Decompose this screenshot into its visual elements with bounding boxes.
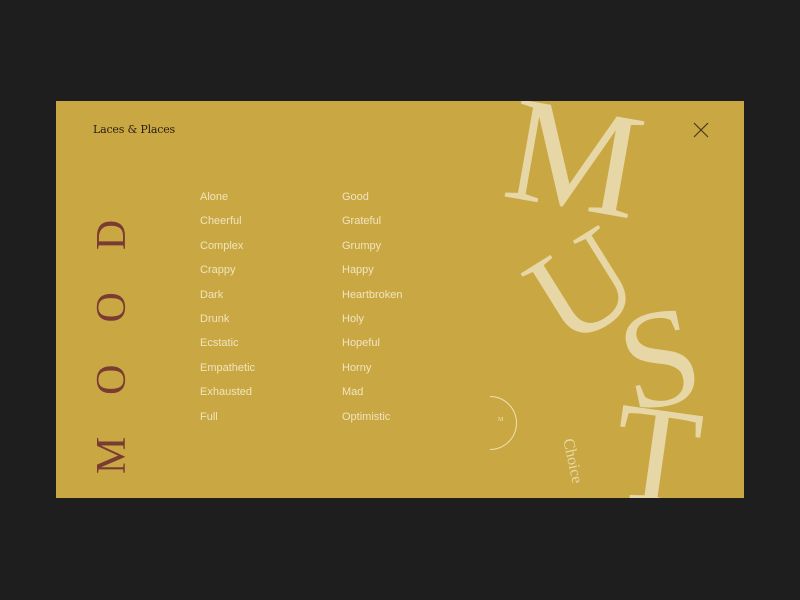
mood-item[interactable]: Holy	[342, 312, 403, 336]
mood-item[interactable]: Dark	[200, 288, 255, 312]
mood-item[interactable]: Heartbroken	[342, 288, 403, 312]
mood-item[interactable]: Grateful	[342, 214, 403, 238]
close-icon	[693, 122, 709, 138]
mood-item[interactable]: Cheerful	[200, 214, 255, 238]
mood-heading: MOOD	[89, 177, 135, 475]
mood-item[interactable]: Alone	[200, 190, 255, 214]
mood-menu-panel: Laces & Places MOOD Alone Cheerful Compl…	[56, 101, 744, 498]
mood-item[interactable]: Mad	[342, 385, 403, 409]
brand-logo[interactable]: Laces & Places	[93, 123, 175, 136]
half-circle-badge-button[interactable]: M	[490, 396, 517, 450]
mood-item[interactable]: Empathetic	[200, 361, 255, 385]
mood-item[interactable]: Grumpy	[342, 239, 403, 263]
mood-item[interactable]: Crappy	[200, 263, 255, 287]
display-letter-t: T	[603, 372, 710, 498]
mood-item[interactable]: Complex	[200, 239, 255, 263]
mood-item[interactable]: Ecstatic	[200, 336, 255, 360]
mood-item[interactable]: Good	[342, 190, 403, 214]
mood-item[interactable]: Full	[200, 410, 255, 434]
mood-list-column-2: Good Grateful Grumpy Happy Heartbroken H…	[342, 190, 403, 434]
badge-letter: M	[498, 417, 504, 423]
mood-list-column-1: Alone Cheerful Complex Crappy Dark Drunk…	[200, 190, 255, 434]
close-button[interactable]	[692, 121, 710, 139]
mood-item[interactable]: Hopeful	[342, 336, 403, 360]
mood-item[interactable]: Drunk	[200, 312, 255, 336]
mood-item[interactable]: Exhausted	[200, 385, 255, 409]
mood-item[interactable]: Horny	[342, 361, 403, 385]
mood-item[interactable]: Happy	[342, 263, 403, 287]
mood-item[interactable]: Optimistic	[342, 410, 403, 434]
choice-subtitle: Choice	[559, 437, 586, 485]
